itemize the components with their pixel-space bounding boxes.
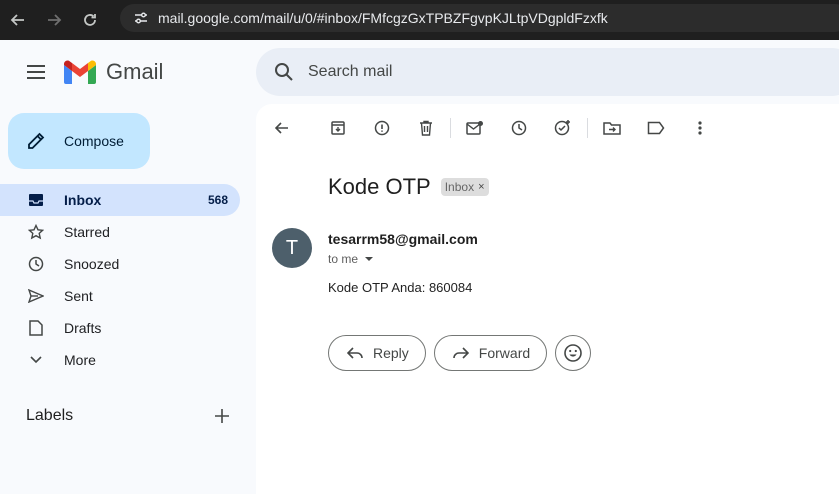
url-text: mail.google.com/mail/u/0/#inbox/FMfcgzGx… (158, 10, 608, 26)
message-actions: Reply Forward (328, 335, 592, 371)
recipient-details[interactable]: to me (328, 252, 376, 266)
back-icon[interactable] (0, 2, 36, 38)
sidebar-item-label: Drafts (64, 320, 102, 336)
report-spam-icon[interactable] (370, 116, 394, 140)
search-bar[interactable]: Search mail (256, 48, 839, 96)
forward-arrow-icon (451, 343, 471, 363)
sidebar-item-label: Snoozed (64, 256, 120, 272)
sidebar-item-label: Inbox (64, 192, 102, 208)
back-arrow-icon[interactable] (270, 116, 294, 140)
more-vert-icon[interactable] (688, 116, 712, 140)
add-label-icon[interactable] (210, 404, 234, 428)
label-icon[interactable] (644, 116, 668, 140)
message-toolbar (270, 116, 712, 140)
avatar[interactable]: T (272, 228, 312, 268)
badge-label: Inbox (444, 180, 475, 194)
search-input[interactable]: Search mail (308, 63, 392, 81)
sidebar-item-label: Starred (64, 224, 110, 240)
subject-line: Kode OTP Inbox × (328, 174, 489, 200)
sidebar-item-snoozed[interactable]: Snoozed (0, 248, 240, 280)
site-settings-icon[interactable] (130, 7, 152, 29)
unread-count: 568 (207, 193, 228, 207)
main-menu-icon[interactable] (20, 60, 52, 84)
message-body: Kode OTP Anda: 860084 (328, 280, 473, 295)
app-header: Gmail Search mail (0, 40, 839, 104)
sidebar-item-inbox[interactable]: Inbox 568 (0, 184, 240, 216)
reload-icon[interactable] (72, 2, 108, 38)
compose-button[interactable]: Compose (8, 113, 150, 169)
subject-heading: Kode OTP (328, 174, 431, 199)
recipient-label: to me (328, 252, 359, 266)
sender-email[interactable]: tesarrm58@gmail.com (328, 231, 478, 247)
add-to-tasks-icon[interactable] (551, 116, 575, 140)
address-bar[interactable]: mail.google.com/mail/u/0/#inbox/FMfcgzGx… (120, 4, 839, 32)
snooze-icon[interactable] (507, 116, 531, 140)
compose-label: Compose (64, 133, 124, 149)
sidebar-item-starred[interactable]: Starred (0, 216, 240, 248)
chevron-down-icon (26, 350, 46, 370)
clock-icon (26, 254, 46, 274)
emoji-reaction-button[interactable] (555, 335, 592, 371)
sidebar-item-drafts[interactable]: Drafts (0, 312, 240, 344)
forward-icon[interactable] (36, 2, 72, 38)
pencil-icon (8, 131, 64, 151)
inbox-label-badge[interactable]: Inbox × (440, 178, 489, 196)
archive-icon[interactable] (326, 116, 350, 140)
emoji-icon (564, 344, 582, 362)
mark-unread-icon[interactable] (463, 116, 487, 140)
sidebar-item-label: Sent (64, 288, 93, 304)
app-name: Gmail (106, 59, 164, 84)
reply-button[interactable]: Reply (328, 335, 426, 371)
remove-label-icon[interactable]: × (478, 181, 484, 193)
labels-heading: Labels (26, 407, 74, 424)
labels-section: Labels (26, 404, 234, 428)
forward-label: Forward (478, 345, 531, 361)
toolbar-divider (450, 118, 451, 138)
draft-icon (26, 318, 46, 338)
send-icon (26, 286, 46, 306)
sidebar-item-sent[interactable]: Sent (0, 280, 240, 312)
gmail-logo[interactable]: Gmail (64, 59, 163, 85)
toolbar-divider (587, 118, 588, 138)
delete-icon[interactable] (414, 116, 438, 140)
forward-button[interactable]: Forward (433, 335, 548, 371)
search-icon[interactable] (260, 62, 308, 82)
sidebar-item-label: More (64, 352, 96, 368)
reply-label: Reply (373, 345, 409, 361)
reply-icon (345, 343, 365, 363)
message-view: Kode OTP Inbox × T tesarrm58@gmail.com t… (256, 104, 839, 494)
gmail-m-icon (64, 60, 96, 84)
browser-toolbar: mail.google.com/mail/u/0/#inbox/FMfcgzGx… (0, 0, 839, 40)
caret-down-icon[interactable] (364, 253, 376, 265)
sidebar-nav: Inbox 568 Starred Snoozed Sent Drafts Mo… (0, 184, 240, 376)
sidebar-item-more[interactable]: More (0, 344, 240, 376)
move-to-icon[interactable] (600, 116, 624, 140)
inbox-icon (26, 190, 46, 210)
star-icon (26, 222, 46, 242)
